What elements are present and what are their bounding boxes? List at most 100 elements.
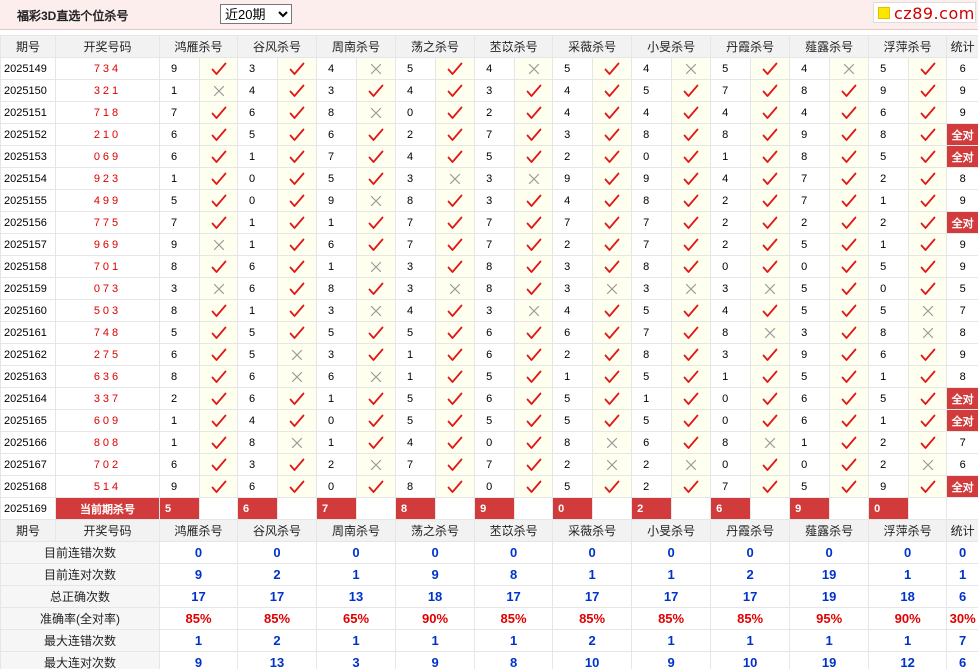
stat-value: 9 (158, 651, 239, 669)
kill-value-cell: 0 (789, 255, 831, 278)
result-mark-cell (829, 365, 870, 388)
stat-label: 准确率(全对率) (0, 607, 160, 630)
kill-value-cell: 5 (316, 321, 358, 344)
kill-value-cell: 6 (552, 321, 594, 344)
site-logo[interactable]: cz89.com (873, 2, 976, 23)
check-icon (289, 326, 305, 339)
stat-value: 8 (474, 651, 554, 669)
result-mark-cell (198, 299, 239, 322)
result-mark-cell (514, 453, 554, 476)
check-icon (920, 436, 936, 449)
kill-value-cell: 5 (631, 79, 673, 102)
stat-value: 2 (710, 563, 791, 586)
result-mark-cell (908, 167, 948, 190)
period-select[interactable]: 近20期 (220, 4, 292, 24)
kill-value-cell: 9 (159, 475, 200, 498)
cross-icon (213, 239, 224, 250)
kill-value-cell: 1 (316, 387, 358, 410)
result-mark-cell (514, 365, 554, 388)
result-mark-cell (198, 233, 239, 256)
kill-value-cell: 1 (316, 255, 358, 278)
cross-icon (685, 283, 697, 294)
check-icon (289, 106, 305, 119)
result-mark-cell (671, 123, 712, 146)
check-icon (604, 260, 620, 273)
all-correct-badge: 全对 (946, 211, 978, 234)
col-header-expert: 小旻杀号 (631, 519, 712, 542)
header-row: 期号 开奖号码 鸿雁杀号 谷风杀号 周南杀号 荡之杀号 苤苡杀号 采薇杀号 小旻杀号 丹霞杀号 薤露… (0, 519, 978, 542)
current-kill-value: 7 (316, 497, 358, 520)
kill-value-cell: 1 (868, 233, 910, 256)
kill-value-cell: 6 (237, 365, 279, 388)
kill-value-cell: 2 (552, 145, 594, 168)
result-mark-cell (592, 475, 633, 498)
col-header-expert: 薤露杀号 (789, 519, 870, 542)
kill-value-cell: 6 (868, 343, 910, 366)
kill-value-cell: 7 (710, 79, 752, 102)
result-mark-cell (435, 123, 476, 146)
issue-cell: 2025152 (0, 123, 56, 146)
kill-value-cell: 4 (789, 57, 831, 80)
check-icon (211, 370, 226, 383)
kill-value-cell: 8 (159, 299, 200, 322)
kill-value-cell: 6 (237, 475, 279, 498)
check-icon (526, 238, 541, 251)
check-icon (211, 414, 226, 427)
kill-value-cell: 4 (474, 57, 516, 80)
cross-icon (213, 283, 224, 294)
stat-value: 9 (631, 651, 712, 669)
table-row: 2025150 321 1 4 3 4 3 4 5 7 8 9 9 (0, 79, 978, 102)
cross-icon (528, 63, 539, 74)
stat-value: 18 (395, 585, 476, 608)
result-mark-cell (671, 475, 712, 498)
result-mark-cell (908, 387, 948, 410)
result-mark-cell (198, 387, 239, 410)
check-icon (526, 216, 541, 229)
table-row: 2025166 808 1 8 1 4 0 8 6 8 1 2 7 (0, 431, 978, 454)
check-icon (841, 194, 857, 207)
result-mark-cell (829, 167, 870, 190)
check-icon (683, 392, 699, 405)
kill-value-cell: 3 (395, 277, 437, 300)
result-mark-cell (671, 453, 712, 476)
stat-value: 1 (868, 629, 948, 652)
current-empty-cell (829, 497, 870, 520)
kill-value-cell: 0 (316, 409, 358, 432)
col-header-issue: 期号 (0, 35, 56, 58)
draw-number-cell: 775 (55, 211, 160, 234)
result-mark-cell (671, 365, 712, 388)
result-mark-cell (829, 453, 870, 476)
kill-value-cell: 1 (395, 343, 437, 366)
check-icon (920, 260, 936, 273)
kill-value-cell: 1 (631, 387, 673, 410)
check-icon (447, 436, 463, 449)
kill-value-cell: 4 (316, 57, 358, 80)
stat-value: 8 (474, 563, 554, 586)
result-mark-cell (356, 123, 397, 146)
check-icon (841, 414, 857, 427)
kill-value-cell: 4 (710, 101, 752, 124)
result-mark-cell (435, 101, 476, 124)
kill-value-cell: 2 (159, 387, 200, 410)
result-mark-cell (435, 79, 476, 102)
kill-value-cell: 2 (710, 233, 752, 256)
result-mark-cell (435, 475, 476, 498)
stat-value: 85% (631, 607, 712, 630)
kill-value-cell: 4 (237, 409, 279, 432)
check-icon (447, 260, 463, 273)
check-icon (211, 436, 226, 449)
stat-value: 65% (316, 607, 397, 630)
check-icon (604, 304, 620, 317)
kill-value-cell: 6 (159, 343, 200, 366)
current-empty-cell (198, 497, 239, 520)
total-cell: 9 (946, 101, 978, 124)
check-icon (683, 414, 699, 427)
kill-value-cell: 1 (868, 189, 910, 212)
stat-total: 6 (946, 585, 978, 608)
col-header-expert: 苤苡杀号 (474, 519, 554, 542)
kill-value-cell: 4 (631, 57, 673, 80)
result-mark-cell (435, 255, 476, 278)
check-icon (289, 84, 305, 97)
stat-value: 90% (395, 607, 476, 630)
kill-value-cell: 5 (395, 321, 437, 344)
